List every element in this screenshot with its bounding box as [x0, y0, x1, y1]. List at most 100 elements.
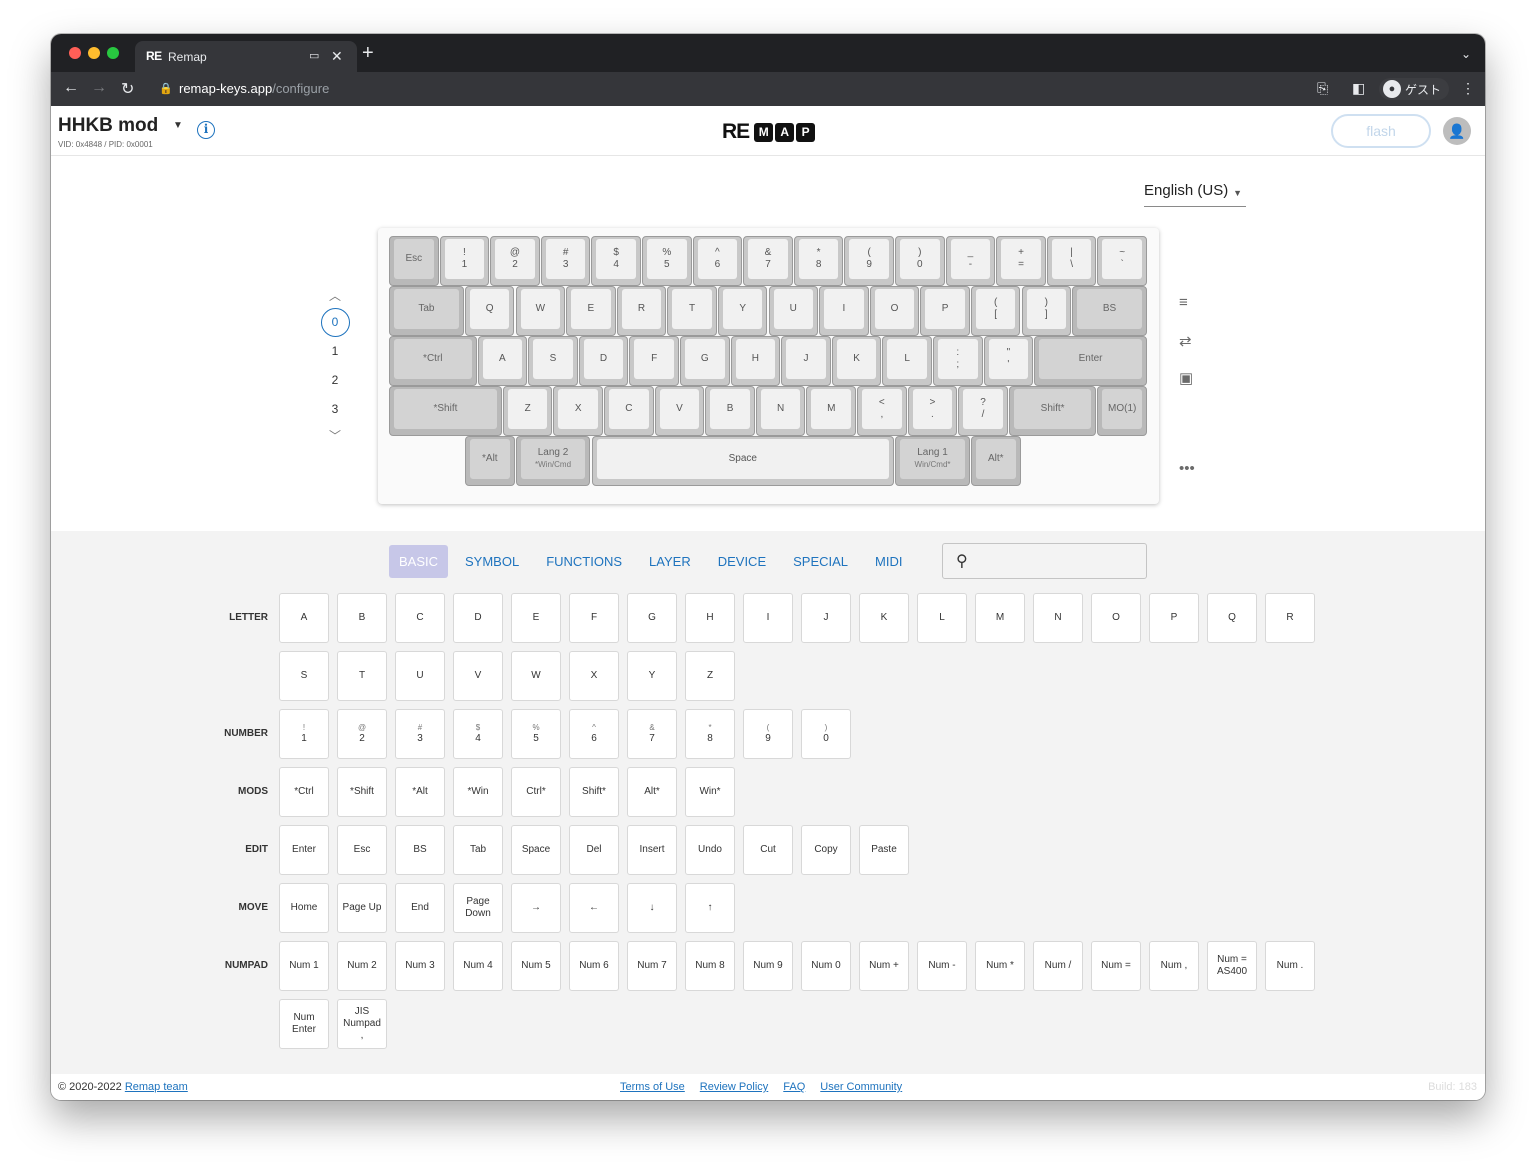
keycode-button[interactable]: JIS Numpad ,: [337, 999, 387, 1049]
tab-layer[interactable]: LAYER: [639, 545, 701, 578]
keycode-button[interactable]: Num Enter: [279, 999, 329, 1049]
layer-option[interactable]: 2: [319, 366, 351, 395]
profile-button[interactable]: ● ゲスト: [1379, 78, 1450, 100]
info-icon[interactable]: i: [197, 121, 215, 139]
keyboard-key[interactable]: C: [604, 386, 654, 436]
keycode-button[interactable]: J: [801, 593, 851, 643]
keycode-button[interactable]: E: [511, 593, 561, 643]
address-bar[interactable]: remap-keys.app/configure: [179, 81, 329, 96]
tab-search-chevron-icon[interactable]: ⌄: [1461, 47, 1471, 61]
keycode-button[interactable]: A: [279, 593, 329, 643]
keyboard-key[interactable]: V: [654, 386, 705, 436]
keycode-button[interactable]: ↓: [627, 883, 677, 933]
keyboard-key[interactable]: O: [869, 286, 920, 336]
keycode-button[interactable]: Del: [569, 825, 619, 875]
layer-option[interactable]: 3: [319, 395, 351, 424]
keycode-button[interactable]: @2: [337, 709, 387, 759]
review-policy-link[interactable]: Review Policy: [700, 1081, 768, 1093]
keyboard-name[interactable]: HHKB mod: [58, 115, 158, 137]
keyboard-key[interactable]: MO(1): [1097, 386, 1147, 436]
keycode-button[interactable]: Paste: [859, 825, 909, 875]
keycode-button[interactable]: End: [395, 883, 445, 933]
close-tab-icon[interactable]: ✕: [331, 48, 343, 65]
keycode-button[interactable]: $4: [453, 709, 503, 759]
keycode-button[interactable]: S: [279, 651, 329, 701]
keycode-button[interactable]: ←: [569, 883, 619, 933]
keycode-button[interactable]: I: [743, 593, 793, 643]
keyboard-key[interactable]: | \: [1046, 236, 1097, 286]
keyboard-key[interactable]: Space: [591, 436, 895, 486]
keyboard-key[interactable]: (9: [844, 236, 894, 286]
tab-functions[interactable]: FUNCTIONS: [536, 545, 632, 578]
keycode-button[interactable]: Home: [279, 883, 329, 933]
layer-option-selected[interactable]: 0: [320, 308, 350, 337]
keyboard-key[interactable]: ) 0: [895, 236, 945, 286]
keycode-button[interactable]: H: [685, 593, 735, 643]
remap-team-link[interactable]: Remap team: [125, 1081, 188, 1093]
tab-device[interactable]: DEVICE: [708, 545, 776, 578]
keycode-button[interactable]: F: [569, 593, 619, 643]
keyboard-key[interactable]: $4: [591, 236, 641, 286]
keycode-button[interactable]: Ctrl*: [511, 767, 561, 817]
tab-symbol[interactable]: SYMBOL: [455, 545, 529, 578]
keycode-button[interactable]: Num 6: [569, 941, 619, 991]
keycode-button[interactable]: Insert: [627, 825, 677, 875]
keycode-button[interactable]: Num *: [975, 941, 1025, 991]
keycode-button[interactable]: ^ 6: [569, 709, 619, 759]
keycode-button[interactable]: K: [859, 593, 909, 643]
keycode-button[interactable]: *Shift: [337, 767, 387, 817]
more-options-icon[interactable]: •••: [1179, 460, 1195, 477]
keycode-button[interactable]: Page Up: [337, 883, 387, 933]
keycode-button[interactable]: X: [569, 651, 619, 701]
keyboard-key[interactable]: L: [882, 336, 932, 386]
keycode-button[interactable]: Undo: [685, 825, 735, 875]
keyboard-key[interactable]: *Alt: [465, 436, 515, 486]
keycode-button[interactable]: T: [337, 651, 387, 701]
keyboard-key[interactable]: & 7: [743, 236, 793, 286]
keyboard-key[interactable]: _ -: [945, 236, 996, 286]
keycode-button[interactable]: Num = AS400: [1207, 941, 1257, 991]
keycode-button[interactable]: * 8: [685, 709, 735, 759]
keymap-list-icon[interactable]: ≡: [1179, 294, 1188, 311]
keyboard-key[interactable]: Y: [717, 286, 768, 336]
keyboard-dropdown-icon[interactable]: ▼: [173, 120, 183, 131]
keyboard-key[interactable]: Alt*: [971, 436, 1021, 486]
keyboard-key[interactable]: J: [781, 336, 831, 386]
keycode-button[interactable]: (9: [743, 709, 793, 759]
keycode-button[interactable]: Num =: [1091, 941, 1141, 991]
keycode-button[interactable]: Cut: [743, 825, 793, 875]
keyboard-key[interactable]: Z: [502, 386, 553, 436]
keyboard-key[interactable]: M: [806, 386, 857, 436]
keyboard-key[interactable]: Tab: [389, 286, 464, 336]
keycode-button[interactable]: C: [395, 593, 445, 643]
faq-link[interactable]: FAQ: [783, 1081, 805, 1093]
search-input[interactable]: [983, 552, 1133, 572]
pdf-icon[interactable]: ▣: [1179, 369, 1193, 387]
new-tab-button[interactable]: +: [362, 43, 374, 63]
keyboard-key[interactable]: S: [528, 336, 578, 386]
keycode-button[interactable]: ↑: [685, 883, 735, 933]
lock-icon[interactable]: 🔒: [159, 82, 173, 95]
user-community-link[interactable]: User Community: [820, 1081, 902, 1093]
keycode-button[interactable]: Z: [685, 651, 735, 701]
keycode-button[interactable]: M: [975, 593, 1025, 643]
keycode-button[interactable]: Num 2: [337, 941, 387, 991]
keyboard-key[interactable]: E: [566, 286, 616, 336]
keyboard-key[interactable]: W: [515, 286, 566, 336]
user-avatar-icon[interactable]: 👤: [1443, 117, 1471, 145]
keycode-button[interactable]: Shift*: [569, 767, 619, 817]
keycode-button[interactable]: Alt*: [627, 767, 677, 817]
keycode-button[interactable]: R: [1265, 593, 1315, 643]
keyboard-key[interactable]: K: [831, 336, 882, 386]
keyboard-key[interactable]: + =: [996, 236, 1046, 286]
keycode-button[interactable]: U: [395, 651, 445, 701]
keycode-button[interactable]: P: [1149, 593, 1199, 643]
keyboard-key[interactable]: N: [755, 386, 806, 436]
layer-down-chevron-icon[interactable]: ﹀: [319, 424, 351, 448]
keyboard-key[interactable]: *Ctrl: [389, 336, 477, 386]
keycode-button[interactable]: Num 8: [685, 941, 735, 991]
keycode-button[interactable]: Y: [627, 651, 677, 701]
keyboard-key[interactable]: BS: [1072, 286, 1147, 336]
terms-link[interactable]: Terms of Use: [620, 1081, 685, 1093]
keycode-button[interactable]: *Win: [453, 767, 503, 817]
